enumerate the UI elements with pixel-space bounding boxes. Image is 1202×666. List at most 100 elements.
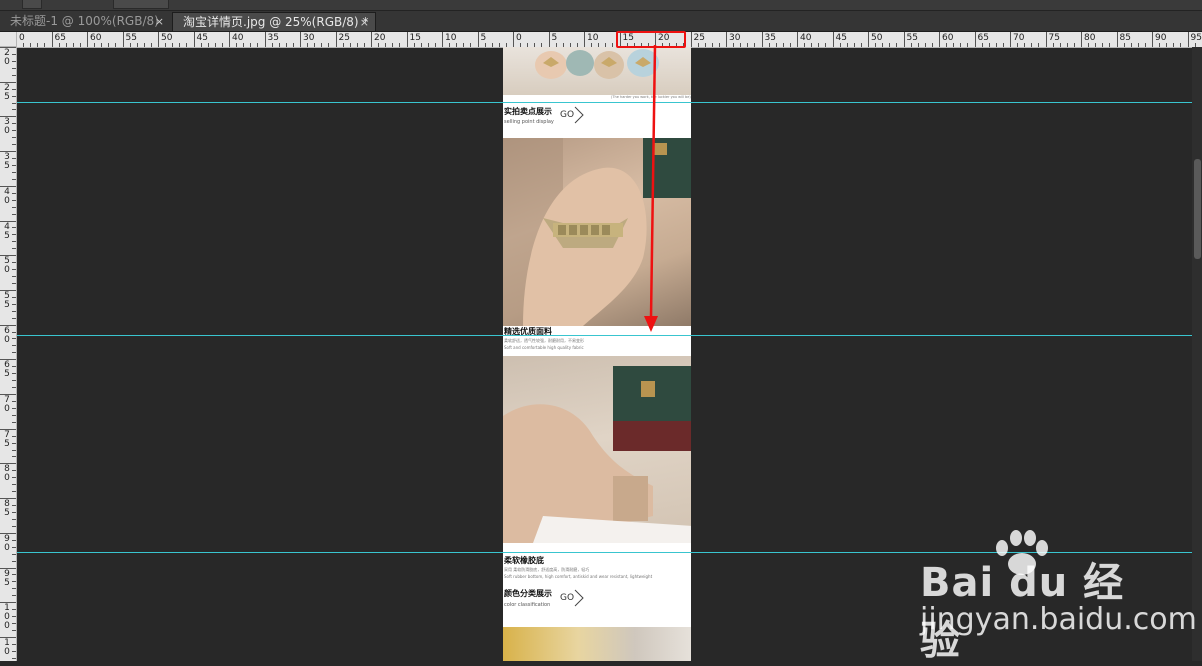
ruler-minor-tick: [12, 144, 16, 145]
ruler-tick: [868, 32, 869, 47]
ruler-label: 50: [3, 257, 11, 275]
ruler-tick: [904, 32, 905, 47]
close-icon[interactable]: ×: [155, 12, 164, 31]
ruler-label: 55: [907, 33, 918, 43]
ruler-minor-tick: [343, 43, 344, 47]
ruler-minor-tick: [12, 109, 16, 110]
ruler-minor-tick: [953, 43, 954, 47]
ruler-tick: [549, 32, 550, 47]
ruler-minor-tick: [12, 96, 16, 97]
ruler-label: 90: [3, 535, 11, 553]
horizontal-ruler[interactable]: 0656055504540353025201510505101520253035…: [17, 32, 1202, 48]
ruler-minor-tick: [1003, 43, 1004, 47]
ruler-minor-tick: [80, 43, 81, 47]
ruler-minor-tick: [825, 43, 826, 47]
ruler-minor-tick: [243, 43, 244, 47]
ruler-minor-tick: [12, 588, 16, 589]
options-field[interactable]: [113, 0, 169, 9]
vertical-scrollbar[interactable]: [1192, 47, 1202, 661]
ruler-minor-tick: [12, 609, 16, 610]
ruler-minor-tick: [12, 311, 16, 312]
ruler-tick: [1117, 32, 1118, 47]
ruler-minor-tick: [314, 43, 315, 47]
ruler-minor-tick: [186, 43, 187, 47]
guide-line[interactable]: [17, 335, 1202, 336]
ruler-minor-tick: [12, 248, 16, 249]
ruler-tick: [1188, 32, 1189, 47]
close-icon[interactable]: ×: [360, 13, 369, 32]
ruler-minor-tick: [392, 43, 393, 47]
chevron-right-icon: [573, 588, 585, 608]
ruler-minor-tick: [12, 561, 16, 562]
ruler-minor-tick: [12, 137, 16, 138]
ruler-minor-tick: [12, 165, 16, 166]
options-toggle[interactable]: [22, 0, 42, 9]
ruler-minor-tick: [137, 43, 138, 47]
ruler-tick: [797, 32, 798, 47]
ruler-minor-tick: [989, 43, 990, 47]
ruler-minor-tick: [30, 43, 31, 47]
ruler-minor-tick: [449, 43, 450, 47]
ruler-label: 90: [1155, 33, 1166, 43]
ruler-minor-tick: [463, 43, 464, 47]
ruler-minor-tick: [12, 89, 16, 90]
document-canvas[interactable]: (The harder you work, the luckier you wi…: [503, 47, 691, 661]
scrollbar-thumb[interactable]: [1194, 159, 1201, 259]
ruler-minor-tick: [769, 43, 770, 47]
ruler-corner[interactable]: [0, 32, 17, 47]
ruler-minor-tick: [889, 43, 890, 47]
go-label: GO: [560, 110, 574, 120]
ruler-minor-tick: [754, 43, 755, 47]
ruler-label: 70: [3, 396, 11, 414]
ruler-minor-tick: [12, 526, 16, 527]
ruler-minor-tick: [428, 43, 429, 47]
ruler-minor-tick: [12, 338, 16, 339]
ruler-minor-tick: [12, 547, 16, 548]
ruler-label: 70: [1013, 33, 1024, 43]
ruler-minor-tick: [967, 43, 968, 47]
tab-untitled[interactable]: 未标题-1 @ 100%(RGB/8) ×: [0, 12, 170, 31]
ruler-minor-tick: [12, 574, 16, 575]
ruler-minor-tick: [73, 43, 74, 47]
section-subtitle-en: Soft rubber bottom, high comfort, antisk…: [504, 574, 652, 579]
ruler-minor-tick: [321, 43, 322, 47]
ruler-minor-tick: [12, 262, 16, 263]
ruler-minor-tick: [1031, 43, 1032, 47]
go-label: GO: [560, 593, 574, 603]
ruler-minor-tick: [790, 43, 791, 47]
ruler-minor-tick: [12, 234, 16, 235]
document-tab-bar: 未标题-1 @ 100%(RGB/8) × 淘宝详情页.jpg @ 25%(RG…: [0, 11, 1202, 32]
ruler-label: 10: [3, 639, 11, 657]
tab-label: 未标题-1 @ 100%(RGB/8): [10, 14, 159, 28]
ruler-minor-tick: [499, 43, 500, 47]
section-subtitle: selling point display: [504, 119, 554, 125]
ruler-minor-tick: [37, 43, 38, 47]
ruler-minor-tick: [12, 103, 16, 104]
ruler-minor-tick: [12, 130, 16, 131]
ruler-minor-tick: [1180, 43, 1181, 47]
ruler-minor-tick: [1138, 43, 1139, 47]
ruler-minor-tick: [12, 519, 16, 520]
ruler-label: 5: [481, 33, 487, 43]
ruler-minor-tick: [12, 380, 16, 381]
vertical-ruler[interactable]: 2025303540455055606570758085909510010: [0, 47, 17, 661]
ruler-label: 40: [800, 33, 811, 43]
ruler-minor-tick: [485, 43, 486, 47]
ruler-minor-tick: [108, 43, 109, 47]
ruler-tick: [158, 32, 159, 47]
ruler-minor-tick: [12, 408, 16, 409]
ruler-minor-tick: [12, 193, 16, 194]
ruler-minor-tick: [1074, 43, 1075, 47]
ruler-minor-tick: [172, 43, 173, 47]
tab-taobao-detail[interactable]: 淘宝详情页.jpg @ 25%(RGB/8) * ×: [172, 12, 376, 31]
ruler-minor-tick: [435, 43, 436, 47]
ruler-minor-tick: [982, 43, 983, 47]
ruler-minor-tick: [12, 172, 16, 173]
ruler-label: 95: [1191, 33, 1202, 43]
ruler-minor-tick: [12, 61, 16, 62]
ruler-label: 15: [410, 33, 421, 43]
ruler-minor-tick: [1024, 43, 1025, 47]
ruler-minor-tick: [733, 43, 734, 47]
ruler-minor-tick: [996, 43, 997, 47]
guide-line[interactable]: [17, 102, 1202, 103]
